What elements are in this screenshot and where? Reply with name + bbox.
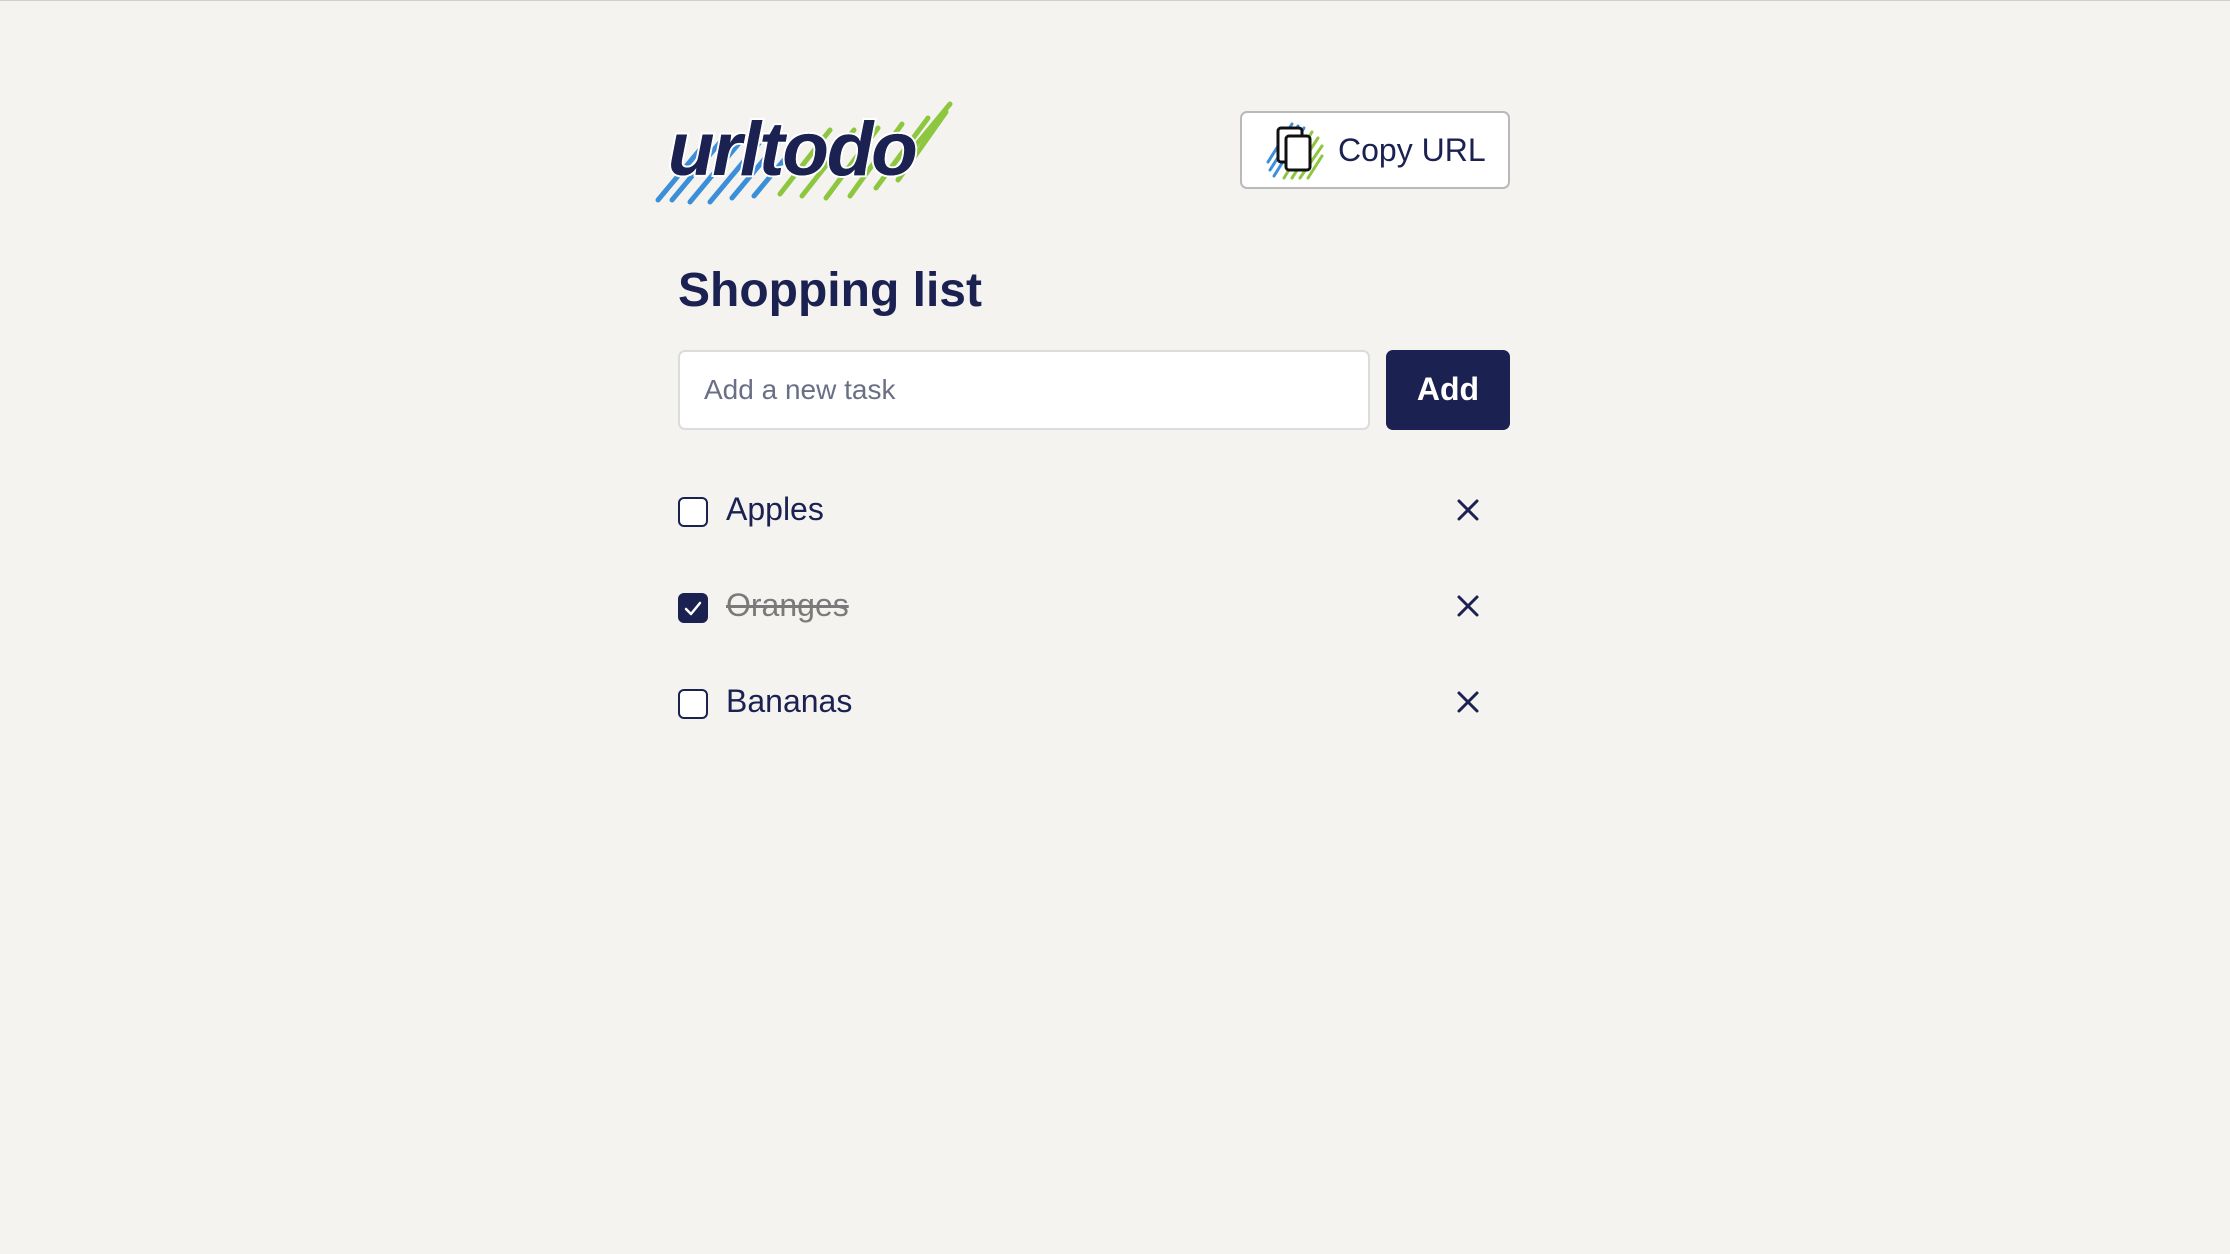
logo: urltodo	[650, 100, 960, 210]
delete-task-icon[interactable]	[1452, 590, 1484, 622]
copy-icon	[1266, 122, 1324, 180]
task-checkbox[interactable]	[678, 688, 708, 719]
task-checkbox[interactable]	[678, 592, 708, 623]
task-item: Bananas	[678, 654, 1510, 750]
add-task-button[interactable]: Add	[1386, 349, 1510, 430]
checkmark-icon	[684, 601, 702, 615]
window-top-border	[0, 0, 2230, 1]
copy-url-button[interactable]: Copy URL	[1240, 111, 1510, 189]
add-task-row: Add	[678, 349, 1510, 430]
task-item: Apples	[678, 462, 1510, 558]
copy-url-label: Copy URL	[1338, 131, 1486, 168]
task-list: Apples Oranges Bananas	[678, 462, 1510, 750]
task-label[interactable]: Bananas	[726, 683, 852, 720]
delete-task-icon[interactable]	[1452, 494, 1484, 526]
new-task-input[interactable]	[678, 349, 1370, 430]
app-container: urltodo Copy URL Shopping list Add a new…	[655, 100, 1510, 766]
list-title[interactable]: Shopping list	[678, 262, 1510, 320]
logo-text: urltodo	[666, 107, 920, 192]
task-label[interactable]: Apples	[726, 491, 824, 528]
task-label[interactable]: Oranges	[726, 587, 849, 624]
header: urltodo Copy URL	[655, 100, 1510, 210]
task-checkbox[interactable]	[678, 496, 708, 527]
delete-task-icon[interactable]	[1452, 686, 1484, 718]
task-item: Oranges	[678, 558, 1510, 654]
